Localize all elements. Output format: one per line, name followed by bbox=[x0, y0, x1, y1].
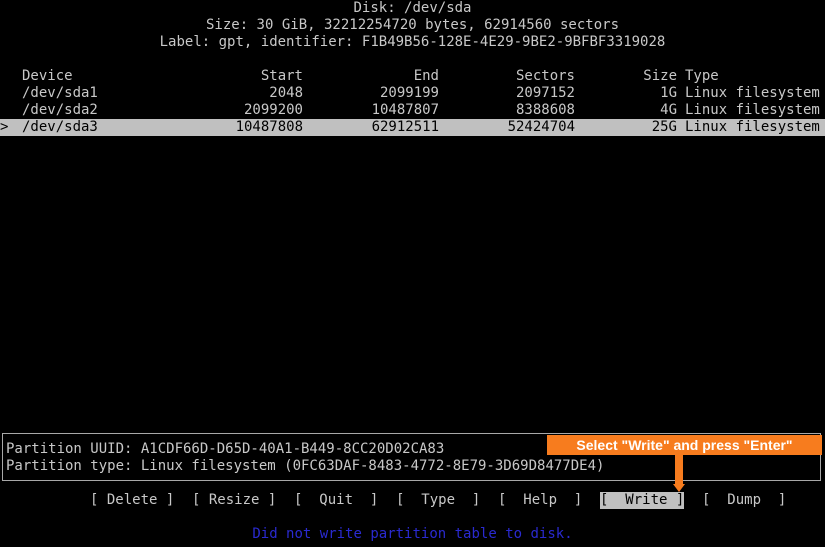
row-sectors: 8388608 bbox=[515, 102, 575, 118]
row-sectors: 2097152 bbox=[515, 85, 575, 101]
row-end: 62912511 bbox=[371, 119, 439, 135]
table-row-selected[interactable]: > /dev/sda3 10487808 62912511 52424704 2… bbox=[0, 119, 825, 136]
row-size: 25G bbox=[651, 119, 677, 135]
type-button[interactable]: [ Type ] bbox=[396, 492, 480, 509]
table-row[interactable]: /dev/sda1 2048 2099199 2097152 1G Linux … bbox=[0, 85, 825, 102]
dump-button[interactable]: [ Dump ] bbox=[702, 492, 786, 509]
row-type: Linux filesystem bbox=[685, 119, 820, 135]
help-button[interactable]: [ Help ] bbox=[498, 492, 582, 509]
header-end: End bbox=[413, 68, 439, 84]
header-size: Size bbox=[643, 68, 677, 84]
header-type: Type bbox=[685, 68, 719, 84]
row-device: /dev/sda2 bbox=[22, 102, 98, 118]
row-type: Linux filesystem bbox=[685, 85, 820, 101]
delete-button[interactable]: [ Delete ] bbox=[90, 492, 174, 509]
table-header: Device Start End Sectors Size Type bbox=[0, 68, 825, 85]
row-device: /dev/sda1 bbox=[22, 85, 98, 101]
instruction-callout: Select "Write" and press "Enter" bbox=[547, 435, 822, 455]
row-size: 1G bbox=[660, 85, 677, 101]
write-button[interactable]: [ Write ] bbox=[600, 492, 685, 509]
row-type: Linux filesystem bbox=[685, 102, 820, 118]
row-start: 10487808 bbox=[235, 119, 303, 135]
row-end: 10487807 bbox=[371, 102, 439, 118]
row-start: 2099200 bbox=[243, 102, 303, 118]
callout-arrow bbox=[675, 455, 683, 485]
disk-title: Disk: /dev/sda bbox=[353, 0, 472, 16]
row-sectors: 52424704 bbox=[507, 119, 575, 135]
header-device: Device bbox=[22, 68, 73, 84]
row-end: 2099199 bbox=[379, 85, 439, 101]
disk-label-info: Label: gpt, identifier: F1B49B56-128E-4E… bbox=[159, 34, 666, 50]
partition-type: Partition type: Linux filesystem (0FC63D… bbox=[6, 458, 605, 474]
row-cursor: > bbox=[0, 119, 9, 135]
header-sectors: Sectors bbox=[515, 68, 575, 84]
status-message: Did not write partition table to disk. bbox=[252, 526, 573, 542]
disk-size-info: Size: 30 GiB, 32212254720 bytes, 6291456… bbox=[205, 17, 619, 33]
partition-uuid: Partition UUID: A1CDF66D-D65D-40A1-B449-… bbox=[6, 441, 445, 457]
header-start: Start bbox=[260, 68, 303, 84]
callout-arrow-tip bbox=[673, 484, 685, 492]
row-size: 4G bbox=[660, 102, 677, 118]
resize-button[interactable]: [ Resize ] bbox=[192, 492, 276, 509]
row-device: /dev/sda3 bbox=[22, 119, 98, 135]
row-start: 2048 bbox=[269, 85, 303, 101]
quit-button[interactable]: [ Quit ] bbox=[294, 492, 378, 509]
table-row[interactable]: /dev/sda2 2099200 10487807 8388608 4G Li… bbox=[0, 102, 825, 119]
